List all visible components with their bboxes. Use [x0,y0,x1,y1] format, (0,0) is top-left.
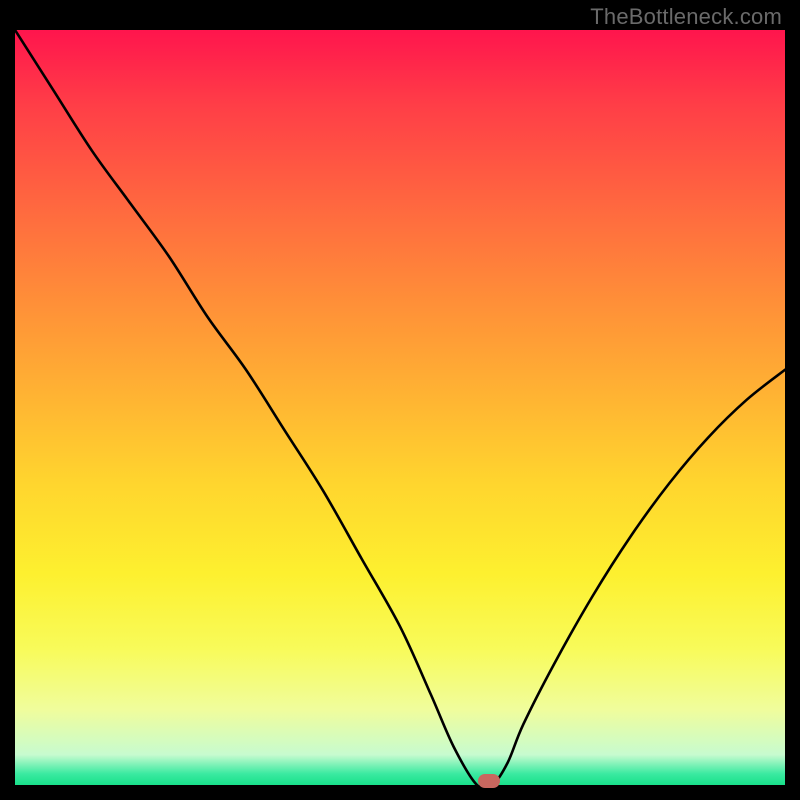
bottleneck-curve [15,30,785,785]
optimal-point-marker [478,774,500,788]
chart-frame: TheBottleneck.com [0,0,800,800]
watermark-text: TheBottleneck.com [590,4,782,30]
plot-area [15,30,785,785]
